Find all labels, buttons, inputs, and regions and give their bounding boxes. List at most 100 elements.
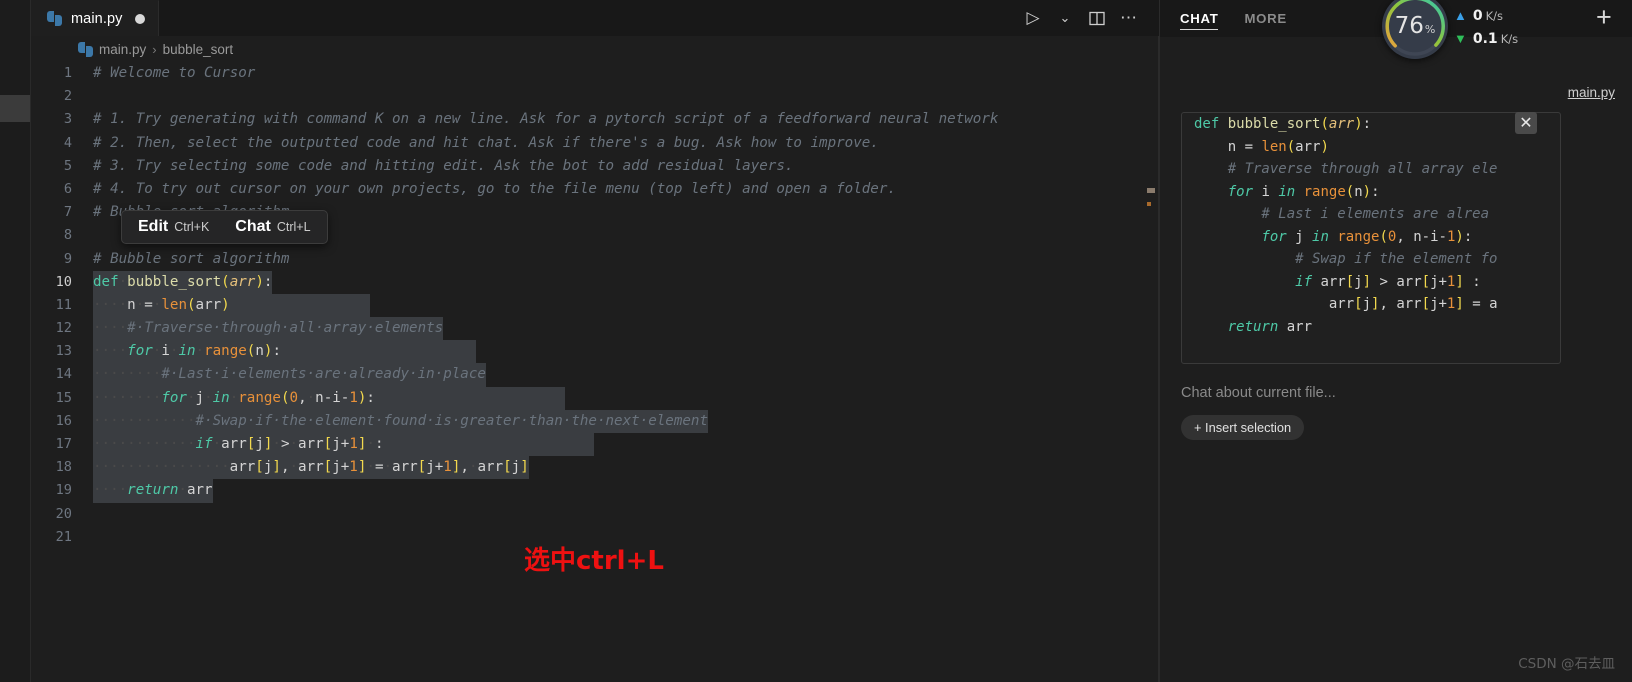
code-line[interactable]: 4 # 2. Then, select the outputted code an… xyxy=(31,132,1159,155)
code-token: # 2. Then, select the outputted code and… xyxy=(93,134,879,151)
snippet-line: # Swap if the element fo xyxy=(1182,248,1560,271)
split-editor-icon[interactable] xyxy=(1083,4,1111,32)
code-line[interactable]: 6 # 4. To try out cursor on your own proj… xyxy=(31,178,1159,201)
code-line[interactable]: 18 ················arr[j],·arr[j+1]·=·arr… xyxy=(31,456,1159,480)
code-token: len xyxy=(1261,138,1287,155)
code-line[interactable]: 16 ············#·Swap·if·the·element·foun… xyxy=(31,409,1159,433)
code-editor[interactable]: 1 # Welcome to Cursor 2 3 # 1. Try generatin… xyxy=(31,62,1159,682)
snippet-line: arr[j], arr[j+1] = a xyxy=(1182,293,1560,316)
code-token: j+ xyxy=(426,459,444,476)
code-line[interactable]: 15 ········for·j·in·range(0,·n-i-1): xyxy=(31,386,1159,410)
code-line-text: ····return·arr xyxy=(93,479,213,503)
unsaved-dot-icon[interactable] xyxy=(135,13,146,24)
code-token: # Last i elements are alrea xyxy=(1194,206,1490,222)
code-line[interactable]: 19 ····return·arr xyxy=(31,479,1159,503)
code-token: ···· xyxy=(93,482,128,499)
context-file-link[interactable]: main.py xyxy=(1568,85,1615,100)
code-token: : xyxy=(1371,183,1380,200)
code-token: ] xyxy=(272,459,281,476)
code-token: arr xyxy=(229,459,256,476)
code-line-text: # Bubble sort algorithm xyxy=(93,248,289,271)
tab-more[interactable]: MORE xyxy=(1244,0,1286,37)
line-number: 1 xyxy=(63,65,72,81)
code-token: j xyxy=(195,389,205,406)
code-line-text: # Welcome to Cursor xyxy=(93,62,255,85)
code-token: 0 xyxy=(289,389,299,406)
system-monitor-widget[interactable]: 76 % ▲ 0 K/s ▼ 0.1 K/s xyxy=(1382,0,1572,59)
code-line[interactable]: 13 ····for·i·in·range(n): xyxy=(31,340,1159,364)
download-arrow-icon: ▼ xyxy=(1454,31,1467,46)
activity-rail xyxy=(0,0,31,682)
code-token: ) xyxy=(1320,138,1329,155)
code-line[interactable]: 1 # Welcome to Cursor xyxy=(31,62,1159,85)
tab-main-py[interactable]: main.py xyxy=(31,0,160,36)
code-token: · xyxy=(135,296,145,313)
code-token: range xyxy=(204,343,247,360)
code-token: ···· xyxy=(93,320,128,337)
code-token: # Swap if the element fo xyxy=(1194,251,1498,267)
breadcrumb-file[interactable]: main.py xyxy=(99,42,146,57)
code-token: [ xyxy=(1345,273,1355,290)
line-number: 15 xyxy=(55,389,72,406)
chat-action[interactable]: Chat Ctrl+L xyxy=(235,218,310,236)
insert-selection-button[interactable]: + Insert selection xyxy=(1181,415,1305,440)
line-number: 13 xyxy=(55,343,72,360)
code-line[interactable]: 20 xyxy=(31,503,1159,526)
editor-column: main.py ▷ ⌄ ⋯ main.py › bubble_sort 1 # W… xyxy=(31,0,1159,682)
download-row: ▼ 0.1 K/s xyxy=(1454,29,1518,49)
breadcrumb-symbol[interactable]: bubble_sort xyxy=(163,42,234,57)
line-number: 2 xyxy=(63,88,72,105)
tab-chat[interactable]: CHAT xyxy=(1180,0,1219,37)
code-token: ············ xyxy=(93,436,196,452)
line-number: 21 xyxy=(55,528,72,545)
code-token: arr xyxy=(1194,296,1355,312)
inline-action-widget[interactable]: Edit Ctrl+K Chat Ctrl+L xyxy=(121,210,328,244)
line-number: 17 xyxy=(55,436,72,452)
snippet-line: for i in range(n): xyxy=(1182,181,1560,204)
cpu-percent-unit: % xyxy=(1424,23,1436,36)
line-number: 19 xyxy=(55,482,72,499)
code-token: # Bubble sort algorithm xyxy=(93,250,290,267)
editor-overview-ruler[interactable] xyxy=(1145,36,1159,682)
code-token: n xyxy=(1354,183,1363,200)
chat-input-placeholder[interactable]: Chat about current file... xyxy=(1181,385,1336,401)
code-line[interactable]: 12 ····#·Traverse·through·all·array·eleme… xyxy=(31,317,1159,341)
snippet-line: return arr xyxy=(1182,316,1560,339)
code-token: ········ xyxy=(93,389,162,406)
chat-code-snippet: def bubble_sort(arr): n = len(arr) # Tra… xyxy=(1181,112,1561,364)
code-line[interactable]: 5 # 3. Try selecting some code and hittin… xyxy=(31,155,1159,178)
upload-arrow-icon: ▲ xyxy=(1454,8,1467,23)
code-line[interactable]: 14 ········#·Last·i·elements·are·already·… xyxy=(31,363,1159,387)
code-line[interactable]: 11 ····n·=·len(arr) xyxy=(31,293,1159,318)
code-line-text: def·bubble_sort(arr): xyxy=(93,270,273,294)
code-token: 1 xyxy=(349,459,358,476)
close-icon[interactable]: ✕ xyxy=(1515,112,1537,134)
code-token: ( xyxy=(186,296,196,313)
line-number: 6 xyxy=(63,180,72,197)
code-token: n xyxy=(127,296,136,313)
run-button[interactable]: ▷ xyxy=(1019,4,1047,32)
line-number: 10 xyxy=(55,273,72,290)
code-line[interactable]: 3 # 1. Try generating with command K on a… xyxy=(31,108,1159,131)
chevron-down-icon[interactable]: ⌄ xyxy=(1051,4,1079,32)
line-number: 8 xyxy=(63,227,72,244)
code-line[interactable]: 17 ············if·arr[j]·>·arr[j+1]·: xyxy=(31,433,1159,457)
code-line[interactable]: 10 def·bubble_sort(arr): xyxy=(31,270,1159,294)
edit-action[interactable]: Edit Ctrl+K xyxy=(138,218,209,236)
code-token: in xyxy=(1278,183,1296,200)
code-token: > xyxy=(280,436,290,452)
code-line-text: ················arr[j],·arr[j+1]·=·arr[j… xyxy=(93,456,529,480)
overview-marker xyxy=(1147,188,1155,193)
more-actions-icon[interactable]: ⋯ xyxy=(1115,4,1143,32)
code-token: ( xyxy=(1379,228,1388,245)
code-line[interactable]: 9 # Bubble sort algorithm xyxy=(31,248,1159,271)
code-token: return xyxy=(127,482,179,499)
tab-more-label: MORE xyxy=(1244,11,1287,26)
code-line[interactable]: 2 xyxy=(31,85,1159,108)
add-panel-button[interactable]: + xyxy=(1596,4,1612,31)
cpu-usage-gauge: 76 % xyxy=(1382,0,1448,59)
code-token: ) xyxy=(1362,183,1372,200)
